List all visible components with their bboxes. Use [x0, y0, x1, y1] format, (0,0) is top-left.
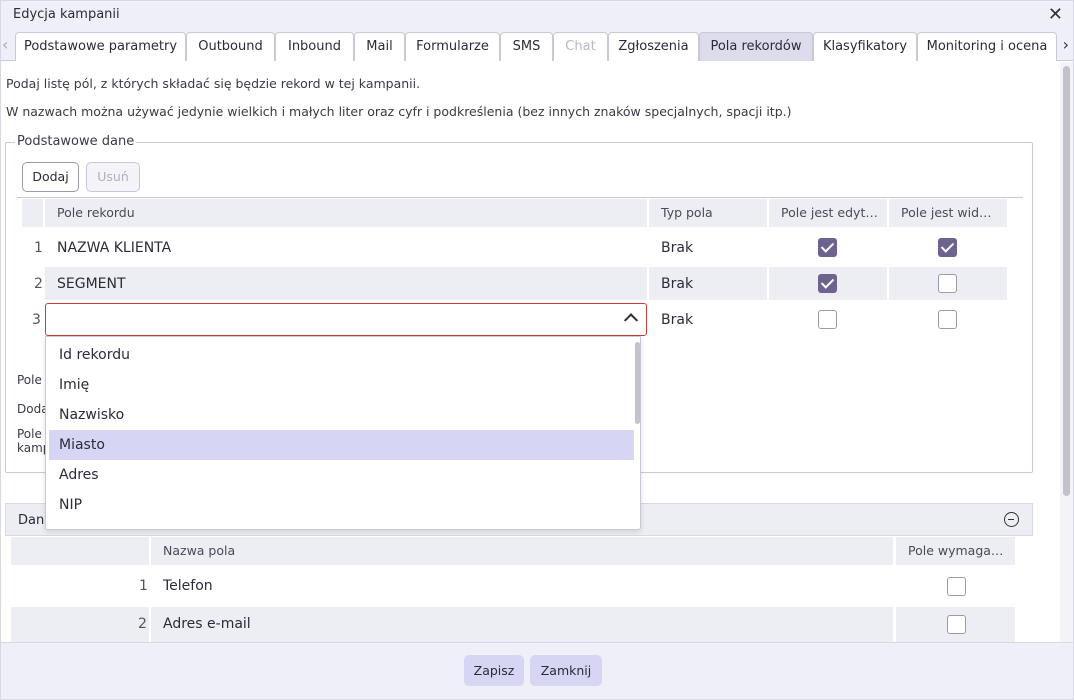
visible-checkbox[interactable]: [938, 310, 957, 329]
col-header-record-field[interactable]: Pole rekordu: [45, 199, 647, 227]
row-number: 3: [32, 312, 41, 328]
record-field-value[interactable]: NAZWA KLIENTA: [57, 240, 171, 256]
tab-scroll-left-icon[interactable]: ‹: [2, 35, 8, 54]
dropdown-option[interactable]: Id rekordu: [49, 340, 634, 370]
table-divider: [17, 197, 1023, 198]
title-bar: Edycja kampanii ✕: [1, 1, 1073, 29]
dropdown-option[interactable]: NIP: [49, 490, 634, 520]
option-label: Pole: [17, 373, 42, 387]
record-field-select[interactable]: [45, 303, 647, 336]
row-number: 2: [138, 616, 147, 632]
tab-basic-parameters[interactable]: Podstawowe parametry: [15, 32, 186, 61]
tab-content: Podaj listę pól, z których składać się b…: [1, 62, 1059, 642]
record-field-value[interactable]: SEGMENT: [57, 276, 126, 292]
tab-classifiers[interactable]: Klasyfikatory: [813, 32, 917, 61]
row-background: [11, 607, 149, 642]
content-scrollbar[interactable]: [1060, 62, 1073, 642]
chevron-up-icon: [623, 313, 639, 328]
tab-bar: ‹ Podstawowe parametry Outbound Inbound …: [1, 29, 1073, 61]
contact-field-name: Telefon: [163, 578, 213, 594]
record-field-dropdown: Id rekordu Imię Nazwisko Miasto Adres NI…: [45, 336, 641, 530]
tab-chat: Chat: [553, 32, 608, 61]
tab-inbound[interactable]: Inbound: [275, 32, 354, 61]
field-type-value: Brak: [661, 276, 694, 292]
col-header-editable[interactable]: Pole jest edyt…: [769, 199, 887, 227]
tab-sms[interactable]: SMS: [500, 32, 553, 61]
editable-checkbox[interactable]: [818, 274, 837, 293]
tab-tickets[interactable]: Zgłoszenia: [608, 32, 699, 61]
field-type-value: Brak: [661, 312, 694, 328]
col-header-field-type[interactable]: Typ pola: [649, 199, 767, 227]
tab-monitoring[interactable]: Monitoring i ocena: [917, 32, 1057, 61]
remove-field-button: Usuń: [86, 162, 140, 192]
row-background: [45, 267, 647, 300]
col-header-num: [11, 537, 149, 565]
tab-mail[interactable]: Mail: [354, 32, 405, 61]
col-header-required[interactable]: Pole wymaga…: [896, 537, 1015, 565]
required-checkbox[interactable]: [947, 577, 966, 596]
basic-data-legend: Podstawowe dane: [15, 134, 137, 149]
description-line-1: Podaj listę pól, z których składać się b…: [6, 76, 421, 91]
dialog-footer: Zapisz Zamknij: [1, 642, 1073, 699]
editable-checkbox[interactable]: [818, 238, 837, 257]
row-number: 1: [139, 578, 148, 594]
field-type-value: Brak: [661, 240, 694, 256]
campaign-edit-dialog: Edycja kampanii ✕ ‹ Podstawowe parametry…: [0, 0, 1074, 700]
dropdown-option[interactable]: Imię: [49, 370, 634, 400]
visible-checkbox[interactable]: [938, 238, 957, 257]
contact-field-name: Adres e-mail: [163, 616, 251, 632]
option-label: Doda: [17, 402, 49, 416]
dropdown-option[interactable]: Nazwisko: [49, 400, 634, 430]
dropdown-option[interactable]: Adres: [49, 460, 634, 490]
option-label: Pole: [17, 427, 42, 441]
description-line-2: W nazwach można używać jedynie wielkich …: [6, 104, 792, 119]
row-number: 1: [34, 240, 43, 256]
save-button[interactable]: Zapisz: [464, 655, 524, 686]
tab-scroll-right-icon[interactable]: ›: [1063, 35, 1069, 54]
close-icon[interactable]: ✕: [1048, 4, 1063, 25]
minus-circle-icon[interactable]: [1004, 512, 1019, 527]
row-number: 2: [34, 276, 43, 292]
tab-forms[interactable]: Formularze: [405, 32, 500, 61]
add-field-button[interactable]: Dodaj: [22, 162, 79, 192]
required-checkbox[interactable]: [947, 615, 966, 634]
dropdown-option-highlighted[interactable]: Miasto: [49, 430, 634, 460]
row-background: [151, 607, 893, 642]
dropdown-scrollbar[interactable]: [635, 342, 640, 424]
editable-checkbox[interactable]: [818, 310, 837, 329]
visible-checkbox[interactable]: [938, 274, 957, 293]
content-scrollbar-thumb[interactable]: [1063, 66, 1070, 496]
dialog-title: Edycja kampanii: [13, 7, 120, 22]
close-button[interactable]: Zamknij: [530, 655, 602, 686]
col-header-field-name[interactable]: Nazwa pola: [151, 537, 893, 565]
tab-record-fields[interactable]: Pola rekordów: [699, 32, 813, 61]
tab-outbound[interactable]: Outbound: [186, 32, 275, 61]
col-header-num: [22, 199, 43, 227]
col-header-visible[interactable]: Pole jest wid…: [889, 199, 1007, 227]
